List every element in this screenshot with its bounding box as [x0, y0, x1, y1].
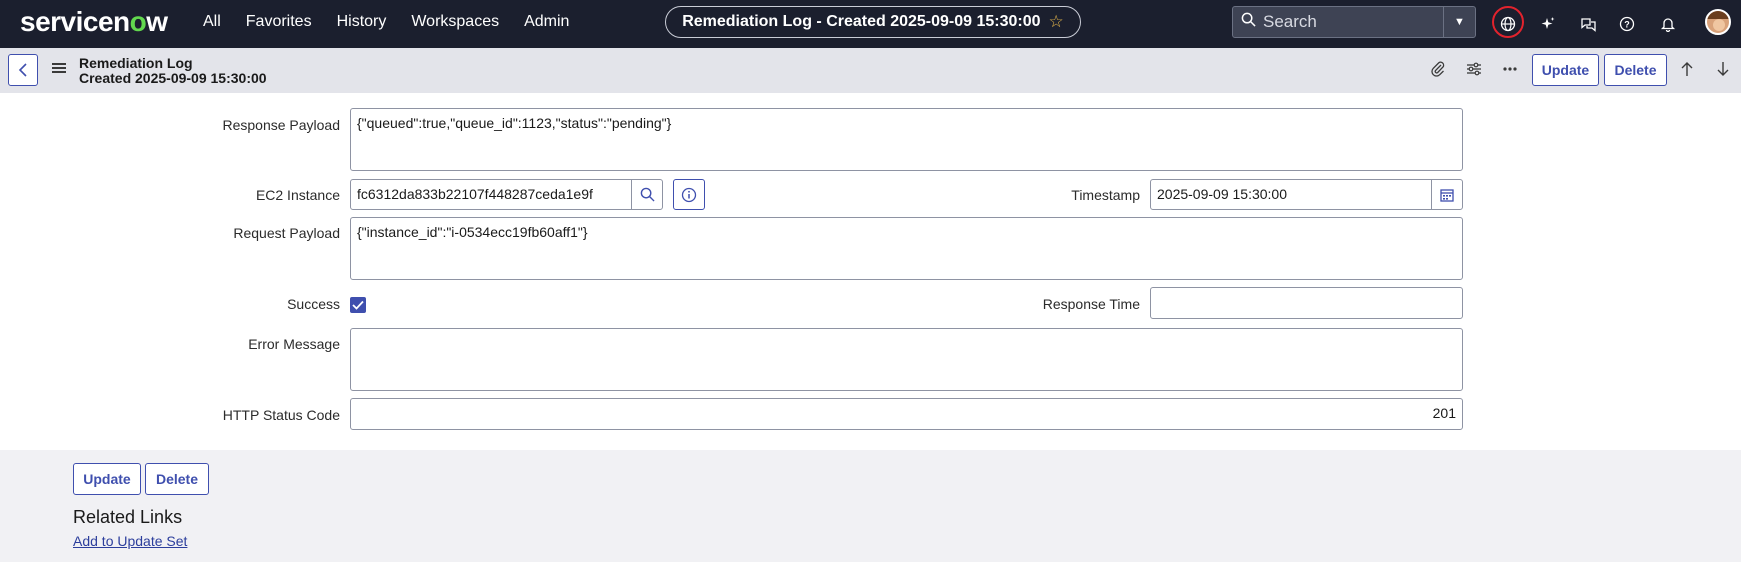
sparkle-icon[interactable]	[1536, 12, 1560, 36]
global-search[interactable]: Search ▼	[1232, 6, 1476, 38]
nav-workspaces[interactable]: Workspaces	[411, 13, 499, 31]
success-label: Success	[287, 296, 340, 312]
add-to-update-set-link[interactable]: Add to Update Set	[73, 533, 187, 549]
response-payload-label: Response Payload	[222, 117, 340, 133]
chat-icon[interactable]	[1576, 12, 1600, 36]
related-links-heading: Related Links	[73, 507, 183, 527]
top-navigation: servicenow All Favorites History Workspa…	[0, 0, 1741, 48]
nav-all[interactable]: All	[203, 13, 221, 31]
timestamp-label: Timestamp	[1071, 187, 1140, 203]
attachment-icon[interactable]	[1427, 58, 1449, 80]
bell-icon[interactable]	[1656, 12, 1680, 36]
response-time-field[interactable]	[1150, 287, 1463, 319]
back-button[interactable]	[8, 54, 38, 86]
globe-icon[interactable]	[1496, 12, 1520, 36]
help-icon[interactable]: ?	[1615, 12, 1639, 36]
calendar-icon[interactable]	[1431, 179, 1463, 210]
nav-admin[interactable]: Admin	[524, 13, 569, 31]
request-payload-field[interactable]: {"instance_id":"i-0534ecc19fb60aff1"}	[350, 217, 1463, 280]
record-form: Response Payload {"queued":true,"queue_i…	[0, 93, 1741, 450]
header-delete-button[interactable]: Delete	[1604, 54, 1667, 86]
nav-history[interactable]: History	[337, 13, 387, 31]
form-title: Remediation Log Created 2025-09-09 15:30…	[79, 56, 267, 86]
avatar[interactable]	[1705, 9, 1731, 35]
http-status-code-field[interactable]: 201	[350, 398, 1463, 430]
form-title-table: Remediation Log	[79, 55, 193, 71]
svg-text:?: ?	[1624, 20, 1630, 30]
preview-record-info-icon[interactable]	[673, 179, 705, 210]
search-input[interactable]: Search	[1263, 12, 1443, 32]
form-title-record: Created 2025-09-09 15:30:00	[79, 70, 267, 86]
previous-record-icon[interactable]	[1676, 58, 1698, 80]
nav-favorites[interactable]: Favorites	[246, 13, 312, 31]
record-title-pill[interactable]: Remediation Log - Created 2025-09-09 15:…	[665, 6, 1081, 38]
servicenow-logo[interactable]: servicenow	[20, 6, 168, 38]
ec2-instance-label: EC2 Instance	[255, 187, 340, 203]
http-status-code-label: HTTP Status Code	[222, 407, 340, 423]
star-icon[interactable]: ☆	[1049, 12, 1064, 32]
next-record-icon[interactable]	[1712, 58, 1734, 80]
search-icon	[1233, 12, 1263, 32]
personalize-form-icon[interactable]	[1463, 58, 1485, 80]
request-payload-label: Request Payload	[233, 225, 340, 241]
search-dropdown-icon[interactable]: ▼	[1443, 7, 1475, 37]
error-message-field[interactable]	[350, 328, 1463, 391]
nav-links: All Favorites History Workspaces Admin	[203, 13, 594, 31]
form-header: Remediation Log Created 2025-09-09 15:30…	[0, 48, 1741, 93]
more-options-icon[interactable]	[1499, 58, 1521, 80]
record-title: Remediation Log - Created 2025-09-09 15:…	[682, 13, 1041, 30]
header-update-button[interactable]: Update	[1532, 54, 1599, 86]
response-time-label: Response Time	[1042, 296, 1140, 312]
bottom-delete-button[interactable]: Delete	[145, 463, 209, 495]
error-message-label: Error Message	[248, 336, 340, 352]
bottom-update-button[interactable]: Update	[73, 463, 141, 495]
timestamp-field[interactable]: 2025-09-09 15:30:00	[1150, 179, 1432, 210]
ec2-instance-field[interactable]: fc6312da833b22107f448287ceda1e9f	[350, 179, 632, 210]
success-checkbox[interactable]	[350, 297, 366, 313]
lookup-search-icon[interactable]	[631, 179, 663, 210]
context-menu-icon[interactable]	[52, 63, 66, 75]
response-payload-field[interactable]: {"queued":true,"queue_id":1123,"status":…	[350, 108, 1463, 171]
